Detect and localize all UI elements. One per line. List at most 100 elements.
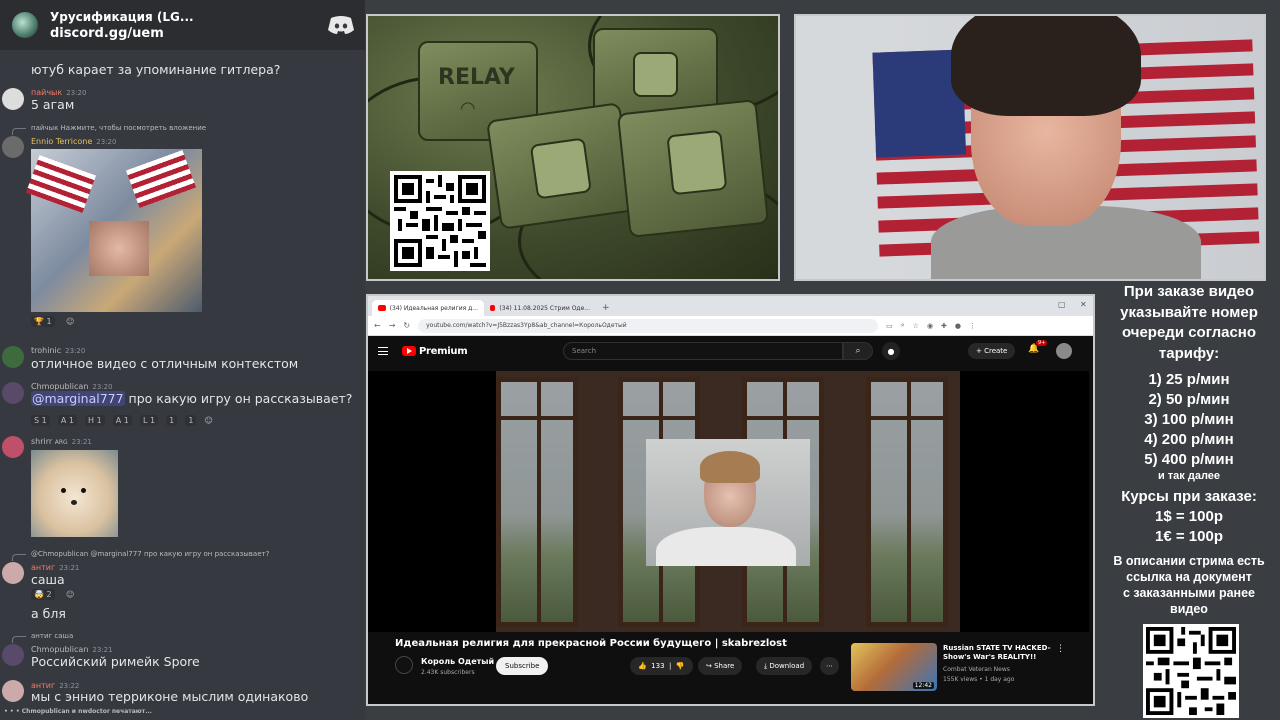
account-avatar[interactable]: [1056, 343, 1072, 359]
menu-dots-icon[interactable]: ⋮: [969, 322, 976, 330]
video-title: Идеальная религия для прекрасной России …: [395, 638, 787, 649]
avatar[interactable]: [2, 436, 24, 458]
create-button[interactable]: + Create: [968, 343, 1016, 359]
description-line: ссылка на документ: [1126, 570, 1252, 584]
profile-icon[interactable]: ●: [955, 322, 961, 330]
username[interactable]: Chmopublican 23:20: [31, 382, 113, 391]
user-mention[interactable]: @marginal777: [31, 391, 125, 406]
username[interactable]: Chmopublican 23:21: [31, 645, 113, 654]
price-tier: 5) 400 р/мин: [1144, 451, 1234, 468]
shirt: [656, 527, 796, 566]
add-reaction-icon[interactable]: ☺: [66, 590, 74, 599]
relay-box: [616, 99, 770, 238]
reaction[interactable]: 🤯 2: [31, 589, 55, 600]
avatar[interactable]: [2, 382, 24, 404]
minimize-button[interactable]: ▢: [1058, 300, 1066, 309]
back-icon[interactable]: ←: [374, 321, 381, 330]
timestamp: 23:20: [96, 138, 117, 146]
avatar[interactable]: [2, 346, 24, 368]
clan-badge: ARG: [54, 439, 68, 446]
recommended-thumbnail[interactable]: 12:42: [851, 643, 937, 691]
reaction[interactable]: 1: [166, 415, 178, 426]
subscribe-button[interactable]: Subscribe: [496, 657, 549, 675]
notification-badge: 9+: [1036, 340, 1048, 346]
youtube-premium-label[interactable]: Premium: [419, 346, 468, 357]
reload-icon[interactable]: ↻: [403, 321, 410, 330]
puzzle-icon[interactable]: ✚: [941, 322, 947, 330]
username[interactable]: trohinic 23:20: [31, 346, 85, 355]
like-button[interactable]: 👍 133 | 👎: [630, 657, 693, 675]
player-letterbox: [960, 371, 1089, 632]
avatar[interactable]: [2, 88, 24, 110]
reaction[interactable]: A 1: [112, 415, 132, 426]
extension-icon[interactable]: ◉: [927, 322, 933, 330]
tab-bar: (34) Идеальная религия д... (34) 11.08.2…: [368, 296, 1093, 316]
microphone-icon[interactable]: ●: [882, 342, 900, 360]
timestamp: 23:20: [65, 347, 86, 355]
forward-icon[interactable]: →: [389, 321, 396, 330]
address-bar: ← → ↻ youtube.com/watch?v=J5Bzzas3Yp8&ab…: [368, 316, 1093, 336]
server-name: Урусификация (LG...: [50, 9, 194, 24]
cast-icon[interactable]: ▭: [886, 322, 893, 330]
face-emblem: [666, 129, 728, 196]
tab-stream[interactable]: (34) 11.08.2025 Стрим Оде...: [484, 300, 596, 316]
zoom-icon[interactable]: ⌕: [901, 321, 905, 330]
new-tab-button[interactable]: +: [602, 303, 610, 313]
recommended-title[interactable]: Russian STATE TV HACKED- Show's War's RE…: [943, 644, 1053, 662]
avatar[interactable]: [2, 680, 24, 702]
window-pane: [866, 377, 948, 627]
window-pane: [496, 377, 578, 627]
reaction[interactable]: 🏆 1: [31, 316, 55, 327]
wifi-icon: ◠: [460, 98, 476, 119]
download-button[interactable]: ⤓ Download: [756, 657, 813, 675]
share-button[interactable]: ↪ Share: [698, 657, 743, 675]
dog-eye: [81, 488, 86, 493]
more-actions-button[interactable]: ⋯: [820, 657, 839, 675]
description-line: видео: [1170, 602, 1208, 616]
reaction[interactable]: L 1: [139, 415, 159, 426]
info-heading-line: очереди согласно: [1121, 324, 1257, 341]
reply-preview[interactable]: антиг саша: [31, 632, 73, 640]
image-attachment[interactable]: [25, 149, 202, 312]
avatar[interactable]: [2, 562, 24, 584]
add-reaction-icon[interactable]: ☺: [205, 416, 213, 425]
avatar[interactable]: [2, 644, 24, 666]
courses-title: Курсы при заказе:: [1121, 488, 1257, 505]
reply-preview[interactable]: пайчык Нажмите, чтобы посмотреть вложени…: [31, 124, 206, 132]
avatar[interactable]: [2, 136, 24, 158]
message-text: @marginal777 про какую игру он рассказыв…: [31, 391, 353, 406]
username[interactable]: пайчык 23:20: [31, 88, 86, 97]
reaction[interactable]: H 1: [85, 415, 105, 426]
channel-avatar[interactable]: [395, 656, 413, 674]
star-icon[interactable]: ☆: [913, 322, 919, 330]
username[interactable]: Ennio Terricone 23:20: [31, 137, 116, 146]
qr-code[interactable]: [390, 171, 490, 271]
hamburger-menu-icon[interactable]: [378, 347, 388, 355]
channel-name[interactable]: Король Одетый: [421, 657, 494, 666]
reaction[interactable]: S 1: [31, 415, 50, 426]
price-tier: 2) 50 р/мин: [1148, 391, 1230, 408]
reaction[interactable]: A 1: [57, 415, 77, 426]
youtube-logo-icon[interactable]: [402, 346, 416, 356]
flag-sticker: [125, 149, 197, 209]
youtube-favicon: [378, 305, 386, 311]
reaction[interactable]: 1: [185, 415, 197, 426]
close-window-button[interactable]: ✕: [1080, 300, 1087, 309]
info-heading-line: При заказе видео: [1123, 283, 1255, 300]
recommended-channel[interactable]: Combat Veteran News: [943, 666, 1010, 673]
username[interactable]: shrirr ARG 23:21: [31, 437, 92, 446]
description-line: В описании стрима есть: [1113, 554, 1265, 568]
video-player[interactable]: [496, 371, 960, 632]
search-input[interactable]: Search: [563, 342, 843, 360]
search-icon[interactable]: ⌕: [843, 342, 873, 360]
relay-label: RELAY: [438, 65, 515, 90]
recommended-more-icon[interactable]: ⋮: [1056, 644, 1065, 654]
relay-box: [486, 102, 635, 230]
username[interactable]: антиг 23:21: [31, 563, 79, 572]
image-attachment[interactable]: [31, 450, 118, 537]
qr-code[interactable]: [1143, 624, 1239, 718]
add-reaction-icon[interactable]: ☺: [66, 317, 74, 326]
reply-preview[interactable]: @Chmopublican @marginal777 про какую игр…: [31, 550, 269, 558]
tab-video[interactable]: (34) Идеальная религия д...: [372, 300, 484, 316]
url-input[interactable]: youtube.com/watch?v=J5Bzzas3Yp8&ab_chann…: [418, 318, 879, 333]
